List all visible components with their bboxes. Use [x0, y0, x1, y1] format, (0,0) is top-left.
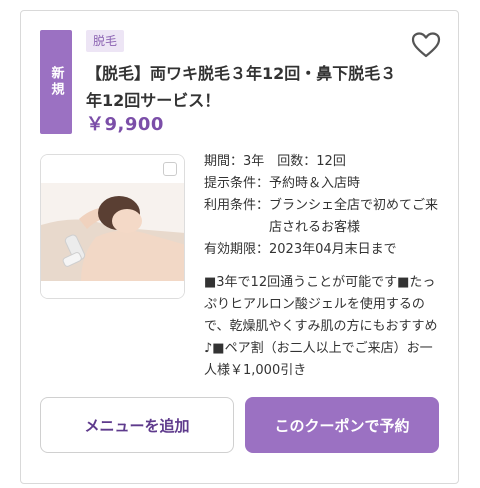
category-tag: 脱毛	[86, 30, 125, 52]
coupon-description: ■3年で12回通うことが可能です■たっぷりヒアルロン酸ジェルを使用するので、乾燥…	[204, 275, 438, 378]
favorite-button[interactable]	[410, 30, 442, 60]
reserve-coupon-button[interactable]: このクーポンで予約	[245, 397, 439, 453]
coupon-price: ￥9,900	[86, 114, 164, 135]
coupon-details: 期間： 3年 回数：12回 提示条件： 予約時＆入店時 利用条件： ブランシェ全…	[204, 151, 444, 261]
detail-presentation: 提示条件： 予約時＆入店時	[204, 176, 361, 191]
treatment-photo	[41, 155, 184, 298]
coupon-thumbnail[interactable]	[40, 154, 185, 299]
add-menu-button[interactable]: メニューを追加	[40, 397, 234, 453]
new-badge: 新規	[40, 30, 72, 134]
select-checkbox[interactable]	[163, 162, 177, 176]
heart-outline-icon	[411, 32, 441, 58]
detail-expiry: 有効期限： 2023年04月末日まで	[204, 242, 397, 257]
detail-period: 期間： 3年 回数：12回	[204, 154, 346, 169]
coupon-title[interactable]: 【脱毛】両ワキ脱毛３年12回・鼻下脱毛３年12回サービス！	[86, 60, 408, 114]
detail-usage: 利用条件： ブランシェ全店で初めてご来店されるお客様	[204, 198, 439, 235]
